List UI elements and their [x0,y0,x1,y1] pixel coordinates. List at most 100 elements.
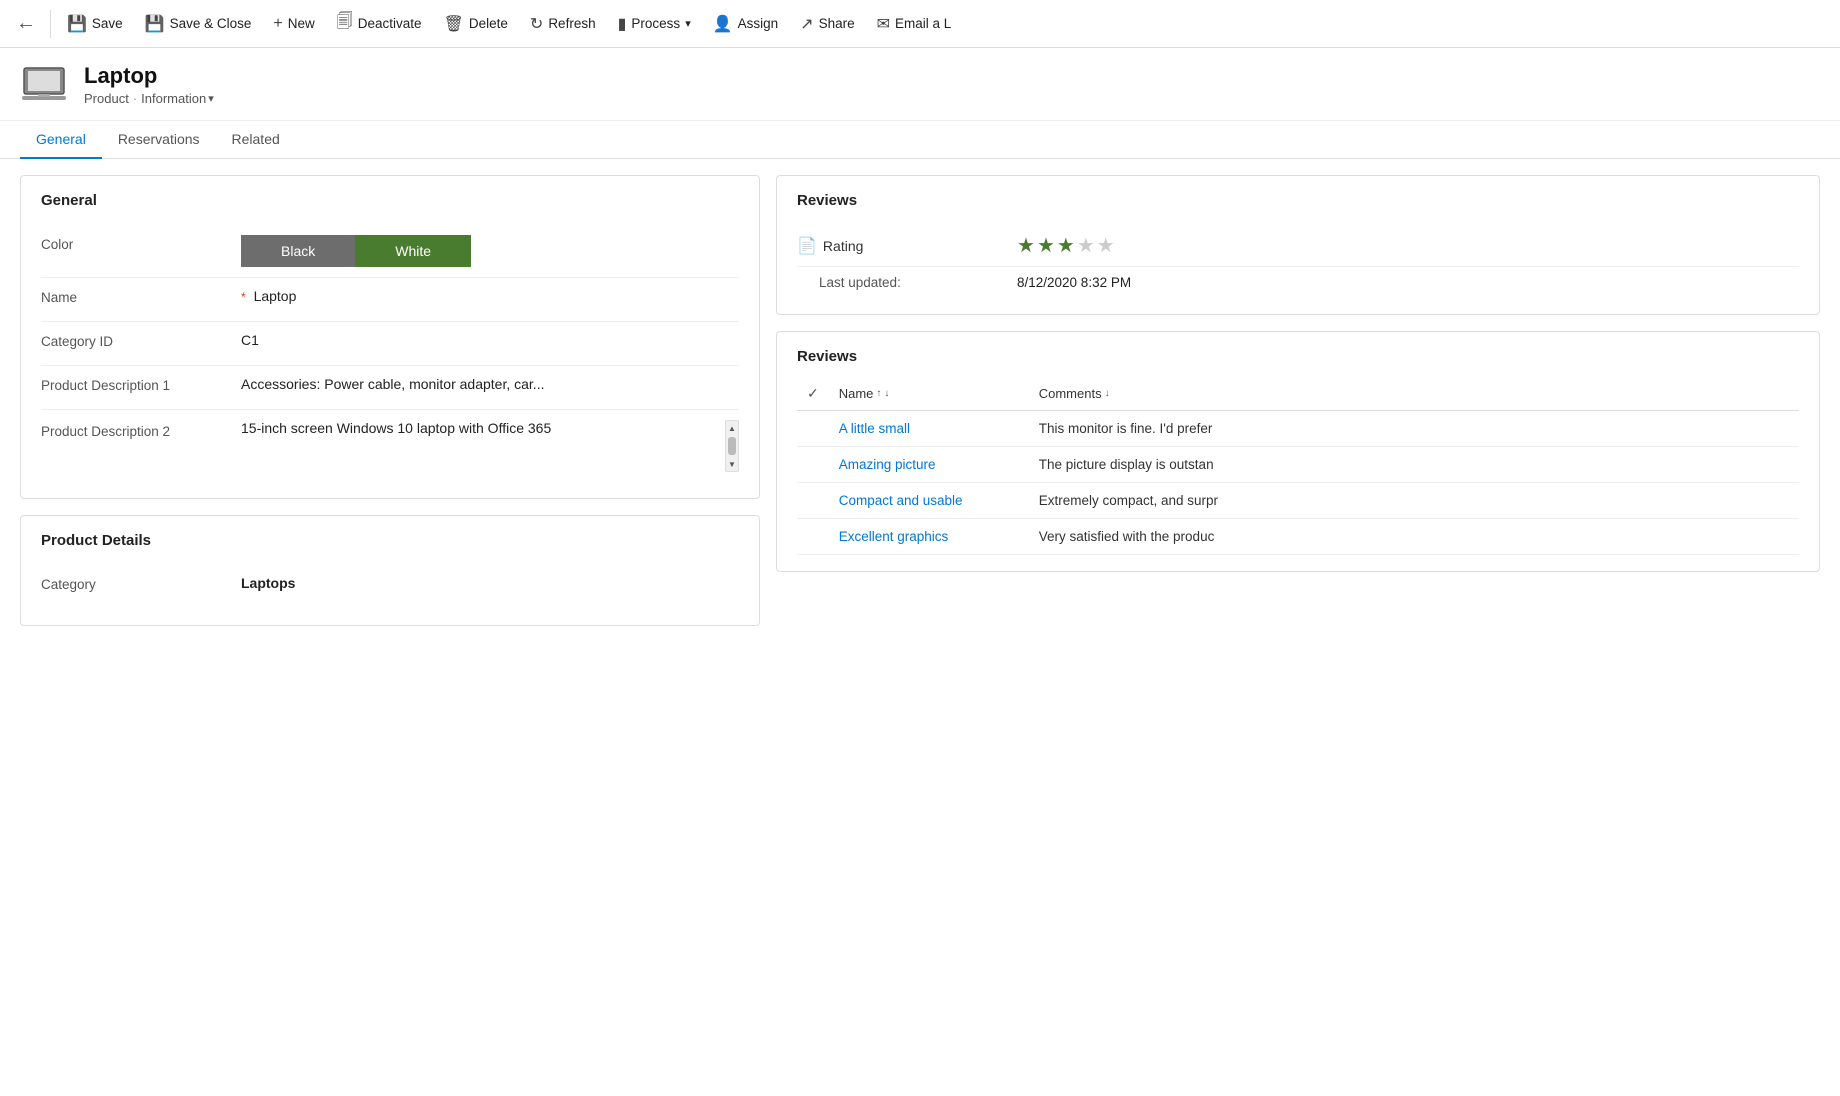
share-button[interactable]: ↗ Share [790,8,864,40]
row-check-cell [797,411,829,447]
color-value: Black White [241,235,739,267]
review-name-link[interactable]: Excellent graphics [839,529,949,544]
table-row: Excellent graphics Very satisfied with t… [797,519,1799,555]
color-field-row: Color Black White [41,225,739,278]
required-star: * [241,290,246,304]
general-card: General Color Black White Name * L [20,175,760,499]
reviews-table-title: Reviews [797,348,1799,365]
star-1: ★ [1017,233,1035,258]
desc1-value: Accessories: Power cable, monitor adapte… [241,376,739,392]
rating-label-area: 📄 Rating [797,236,1017,256]
record-title: Laptop [84,63,214,89]
review-name-link[interactable]: Compact and usable [839,493,963,508]
process-icon: ▮ [618,14,627,34]
category-value: Laptops [241,575,739,591]
share-icon: ↗ [800,14,813,34]
tabs-bar: General Reservations Related [0,121,1840,159]
review-comment-cell: The picture display is outstan [1029,447,1799,483]
toolbar: ← 💾 Save 💾 Save & Close + New 🗐 Deactiva… [0,0,1840,48]
email-button[interactable]: ✉ Email a L [867,8,962,40]
delete-icon: 🗑 [444,14,464,34]
rating-icon: 📄 [797,236,817,256]
name-value: * Laptop [241,288,739,304]
general-card-title: General [41,192,739,209]
back-button[interactable]: ← [8,8,44,39]
right-column: Reviews 📄 Rating ★ ★ ★ ★ ★ Last updated:… [776,175,1820,1079]
rating-row: 📄 Rating ★ ★ ★ ★ ★ [797,225,1799,267]
category-id-value: C1 [241,332,739,348]
tab-related[interactable]: Related [216,121,296,159]
refresh-button[interactable]: ↻ Refresh [520,8,606,40]
deactivate-button[interactable]: 🗐 Deactivate [327,4,432,43]
desc2-field-row: Product Description 2 15-inch screen Win… [41,410,739,482]
save-icon: 💾 [67,14,87,34]
process-button[interactable]: ▮ Process ▾ [608,8,701,40]
assign-button[interactable]: 👤 Assign [703,8,788,40]
review-comment-cell: This monitor is fine. I'd prefer [1029,411,1799,447]
email-icon: ✉ [877,14,890,34]
scroll-up-arrow[interactable]: ▲ [726,421,738,435]
reviews-table: ✓ Name ↑ ↓ Comments [797,377,1799,555]
review-comment-cell: Very satisfied with the produc [1029,519,1799,555]
product-details-card: Product Details Category Laptops [20,515,760,626]
divider-1 [50,10,51,38]
review-name-link[interactable]: A little small [839,421,910,436]
header-checkmark[interactable]: ✓ [807,385,819,402]
table-row: Compact and usable Extremely compact, an… [797,483,1799,519]
refresh-icon: ↻ [530,14,543,34]
reviews-rating-card: Reviews 📄 Rating ★ ★ ★ ★ ★ Last updated:… [776,175,1820,315]
last-updated-value: 8/12/2020 8:32 PM [1017,275,1131,290]
desc2-value: 15-inch screen Windows 10 laptop with Of… [241,420,739,472]
row-check-cell [797,447,829,483]
row-check-cell [797,483,829,519]
star-3: ★ [1057,233,1075,258]
review-name-cell: Amazing picture [829,447,1029,483]
review-name-link[interactable]: Amazing picture [839,457,936,472]
desc1-field-row: Product Description 1 Accessories: Power… [41,366,739,410]
product-details-card-title: Product Details [41,532,739,549]
breadcrumb-chevron-icon: ▾ [208,92,214,105]
th-name[interactable]: Name ↑ ↓ [829,377,1029,411]
color-black-button[interactable]: Black [241,235,355,267]
row-check-cell [797,519,829,555]
save-close-button[interactable]: 💾 Save & Close [135,8,262,40]
color-label: Color [41,235,241,252]
deactivate-icon: 🗐 [337,10,353,37]
category-field-row: Category Laptops [41,565,739,609]
name-label: Name [41,288,241,305]
table-row: Amazing picture The picture display is o… [797,447,1799,483]
star-2: ★ [1037,233,1055,258]
star-5: ★ [1097,233,1115,258]
color-white-button[interactable]: White [355,235,471,267]
stars: ★ ★ ★ ★ ★ [1017,233,1115,258]
comments-sort-icon[interactable]: ↓ [1105,388,1110,399]
sort-down-icon[interactable]: ↓ [884,388,889,399]
desc2-scrollbar[interactable]: ▲ ▼ [725,420,739,472]
delete-button[interactable]: 🗑 Delete [434,8,518,40]
new-button[interactable]: + New [263,9,324,39]
category-id-field-row: Category ID C1 [41,322,739,366]
assign-icon: 👤 [713,14,733,34]
save-button[interactable]: 💾 Save [57,8,133,40]
desc2-label: Product Description 2 [41,420,241,472]
name-field-row: Name * Laptop [41,278,739,322]
new-icon: + [273,15,282,33]
category-id-label: Category ID [41,332,241,349]
tab-general[interactable]: General [20,121,102,159]
breadcrumb: Product · Information ▾ [84,91,214,106]
star-4: ★ [1077,233,1095,258]
desc1-label: Product Description 1 [41,376,241,393]
review-comment-cell: Extremely compact, and surpr [1029,483,1799,519]
scroll-down-arrow[interactable]: ▼ [726,457,738,471]
th-comments[interactable]: Comments ↓ [1029,377,1799,411]
review-name-cell: Compact and usable [829,483,1029,519]
left-column: General Color Black White Name * L [20,175,760,1079]
tab-reservations[interactable]: Reservations [102,121,216,159]
back-icon: ← [16,12,36,35]
breadcrumb-current[interactable]: Information ▾ [141,91,214,106]
breadcrumb-parent[interactable]: Product [84,91,129,106]
reviews-table-card: Reviews ✓ Name ↑ ↓ [776,331,1820,572]
review-name-cell: A little small [829,411,1029,447]
sort-up-icon[interactable]: ↑ [876,388,881,399]
main-content: General Color Black White Name * L [0,159,1840,1095]
